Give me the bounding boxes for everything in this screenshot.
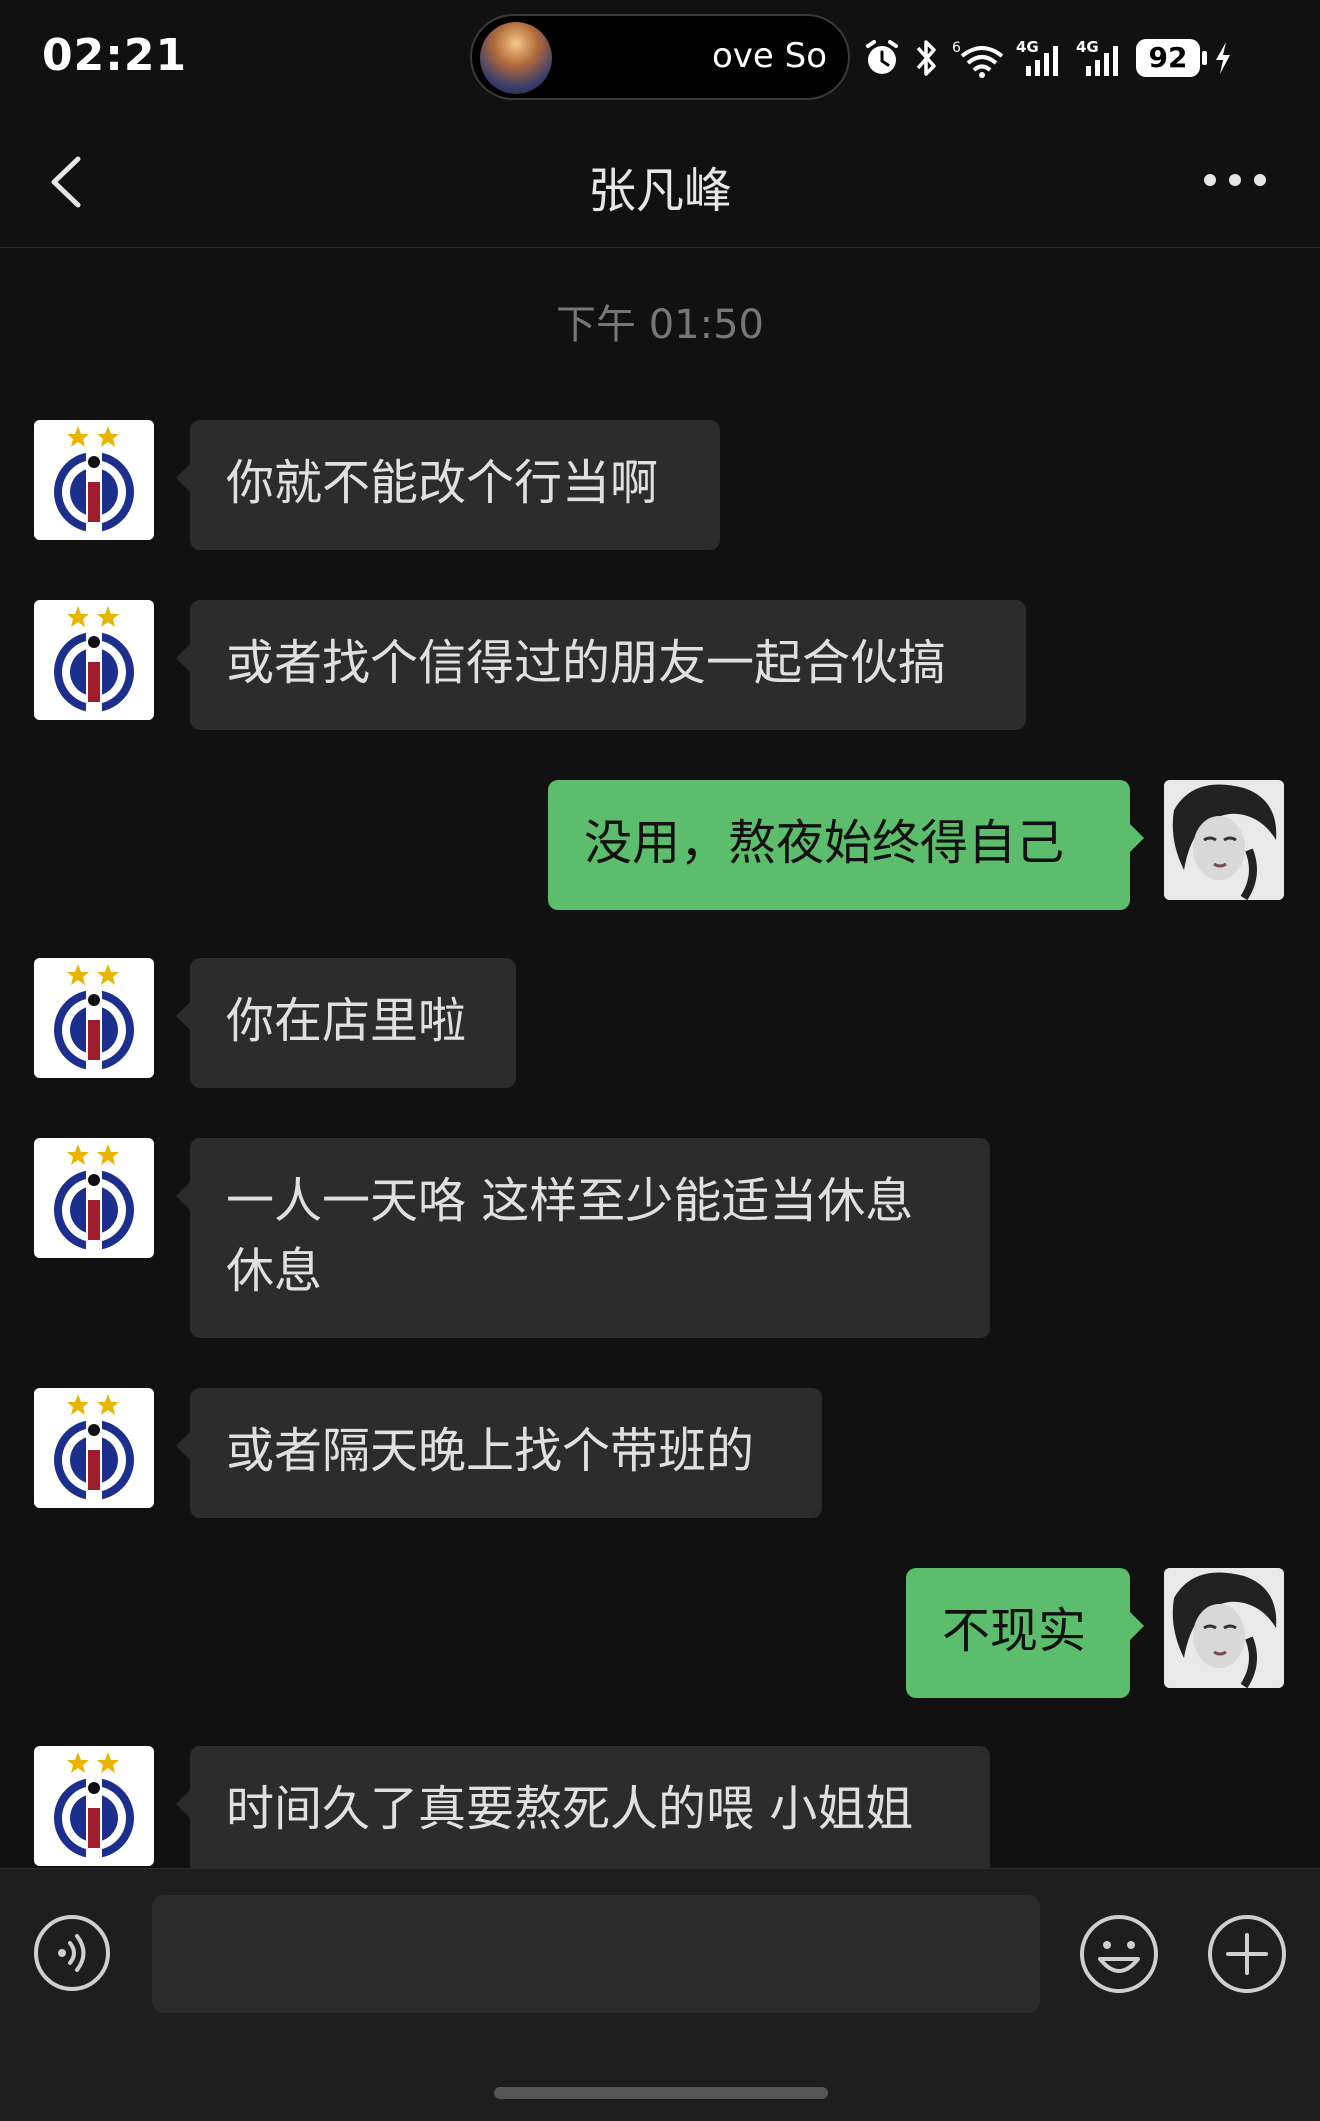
home-indicator[interactable] <box>494 2087 828 2099</box>
self-avatar[interactable] <box>1164 1568 1284 1688</box>
signal-4g-icon: 4G <box>1076 38 1118 76</box>
svg-text:4G: 4G <box>1016 38 1039 56</box>
message-input[interactable] <box>152 1895 1040 2013</box>
input-bar <box>0 1868 1320 2121</box>
contact-avatar[interactable] <box>34 1388 154 1508</box>
contact-avatar[interactable] <box>34 600 154 720</box>
contact-avatar[interactable] <box>34 1138 154 1258</box>
alarm-icon <box>866 40 898 74</box>
incoming-message[interactable]: 或者找个信得过的朋友一起合伙搞 <box>176 600 1026 730</box>
battery-icon: 92 <box>1136 39 1207 77</box>
svg-text:6: 6 <box>952 40 961 56</box>
incoming-message[interactable]: 你就不能改个行当啊 <box>176 420 720 550</box>
chat-title: 张凡峰 <box>587 163 732 219</box>
svg-text:4G: 4G <box>1076 38 1099 56</box>
status-icons: 6 4G 4G 92 <box>862 30 1234 86</box>
contact-avatar[interactable] <box>34 420 154 540</box>
bluetooth-icon <box>916 40 936 76</box>
voice-icon[interactable] <box>32 1913 112 1993</box>
plus-icon[interactable] <box>1206 1913 1288 1995</box>
outgoing-message[interactable]: 没用，熬夜始终得自己 <box>548 780 1144 910</box>
incoming-message[interactable]: 时间久了真要熬死人的喂 小姐姐 <box>176 1746 990 1876</box>
incoming-message[interactable]: 或者隔天晚上找个带班的 <box>176 1388 822 1518</box>
message-line: 一人一天咯 这样至少能适当休息 <box>226 1173 914 1229</box>
self-avatar[interactable] <box>1164 780 1284 900</box>
charging-icon <box>1216 42 1230 74</box>
incoming-message[interactable]: 一人一天咯 这样至少能适当休息 休息 <box>176 1138 990 1338</box>
signal-4g-icon: 4G <box>1016 38 1058 76</box>
more-dots-icon[interactable] <box>1200 165 1270 195</box>
dynamic-island-now-playing[interactable]: ove So <box>470 14 850 100</box>
status-bar: 02:21 ove So 6 4G 4G 92 <box>0 0 1320 115</box>
contact-avatar[interactable] <box>34 1746 154 1866</box>
wifi-icon: 6 <box>952 40 1004 78</box>
incoming-message[interactable]: 你在店里啦 <box>176 958 516 1088</box>
emoji-icon[interactable] <box>1078 1913 1160 1995</box>
now-playing-title: ove So <box>712 36 828 76</box>
chat-header: 张凡峰 <box>0 115 1320 248</box>
message-timestamp: 下午 01:50 <box>556 302 764 348</box>
message-line: 休息 <box>226 1243 323 1299</box>
status-time: 02:21 <box>42 30 188 81</box>
contact-avatar[interactable] <box>34 958 154 1078</box>
album-art <box>480 22 552 94</box>
outgoing-message[interactable]: 不现实 <box>906 1568 1144 1698</box>
